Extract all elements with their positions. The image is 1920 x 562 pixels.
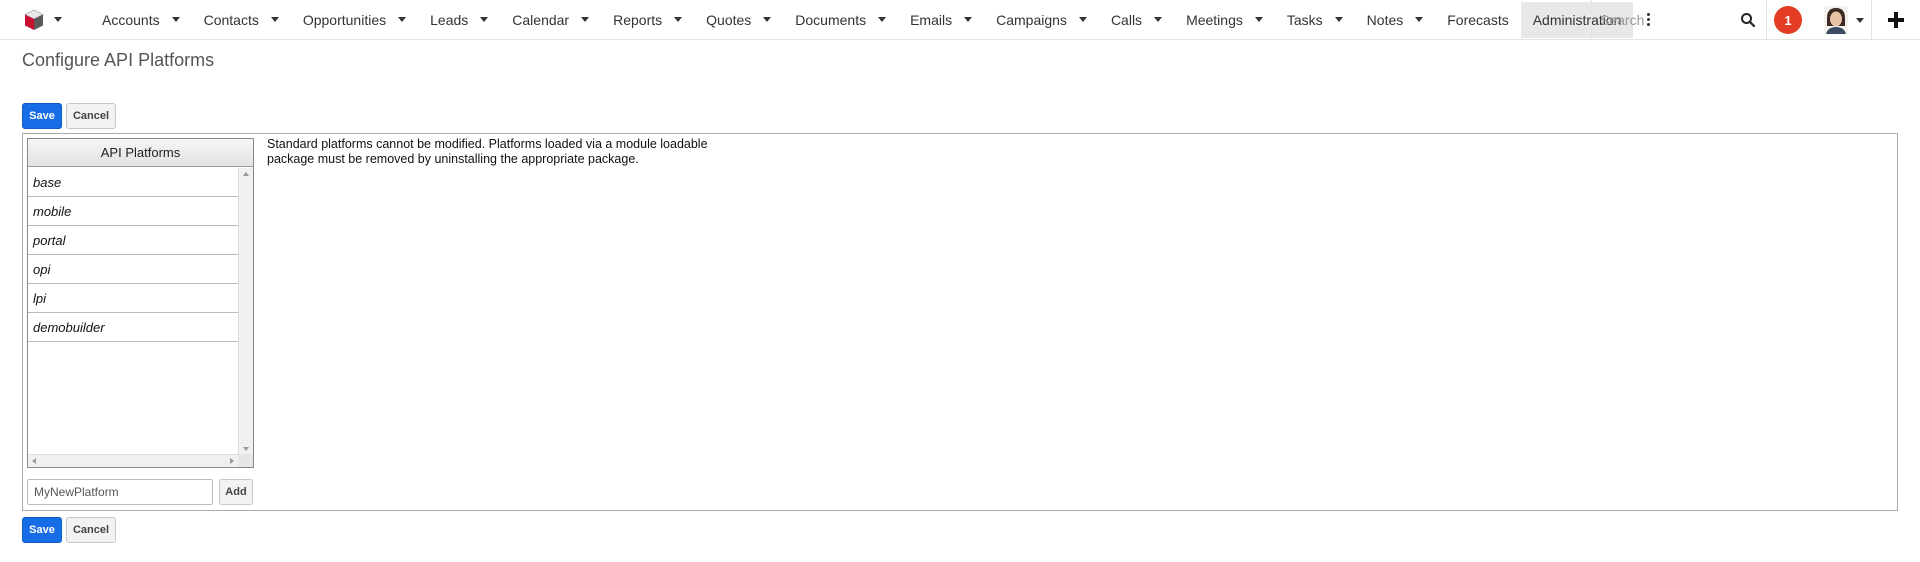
platform-list: base mobile portal opi lpi demobuilder: [28, 168, 239, 455]
chevron-down-icon[interactable]: [398, 17, 407, 22]
chevron-down-icon[interactable]: [1254, 17, 1263, 22]
chevron-down-icon: [54, 17, 62, 22]
tab-contacts[interactable]: Contacts: [192, 2, 291, 38]
chevron-down-icon[interactable]: [270, 17, 279, 22]
search-icon[interactable]: [1740, 12, 1756, 28]
chevron-down-icon[interactable]: [763, 17, 772, 22]
list-item[interactable]: mobile: [28, 197, 239, 226]
tab-reports[interactable]: Reports: [601, 2, 694, 38]
scroll-right-icon[interactable]: [230, 458, 234, 464]
tab-tasks[interactable]: Tasks: [1275, 2, 1355, 38]
tab-label: Reports: [613, 11, 663, 28]
tab-label: Meetings: [1186, 11, 1243, 28]
tab-calls[interactable]: Calls: [1099, 2, 1174, 38]
tab-label: Forecasts: [1447, 11, 1509, 28]
sugar-cube-logo-icon: [24, 9, 44, 30]
scroll-down-icon[interactable]: [243, 447, 249, 451]
scroll-left-icon[interactable]: [32, 458, 36, 464]
chevron-down-icon[interactable]: [1078, 17, 1087, 22]
top-navigation-bar: Accounts Contacts Opportunities Leads Ca…: [0, 0, 1920, 40]
tab-label: Campaigns: [996, 11, 1067, 28]
chevron-down-icon[interactable]: [581, 17, 590, 22]
tab-label: Tasks: [1286, 11, 1323, 28]
api-platforms-header: API Platforms: [28, 139, 253, 167]
list-item[interactable]: base: [28, 168, 239, 197]
list-item[interactable]: portal: [28, 226, 239, 255]
scrollbar-corner: [238, 454, 253, 467]
global-search: [1591, 0, 1767, 40]
chevron-down-icon: [1856, 17, 1864, 23]
tab-quotes[interactable]: Quotes: [694, 2, 783, 38]
home-menu[interactable]: [0, 0, 90, 40]
chevron-down-icon[interactable]: [171, 17, 180, 22]
platform-info-text: Standard platforms cannot be modified. P…: [267, 137, 708, 166]
cancel-button[interactable]: Cancel: [66, 517, 116, 543]
tab-opportunities[interactable]: Opportunities: [291, 2, 418, 38]
horizontal-scrollbar[interactable]: [28, 454, 239, 467]
tab-leads[interactable]: Leads: [418, 2, 500, 38]
chevron-down-icon[interactable]: [1415, 17, 1424, 22]
save-button[interactable]: Save: [22, 517, 62, 543]
quick-create-button[interactable]: [1871, 0, 1920, 40]
tab-forecasts[interactable]: Forecasts: [1435, 2, 1520, 38]
tab-notes[interactable]: Notes: [1355, 2, 1436, 38]
chevron-down-icon[interactable]: [878, 17, 887, 22]
avatar: [1824, 6, 1848, 34]
tab-label: Documents: [795, 11, 867, 28]
list-item[interactable]: opi: [28, 255, 239, 284]
tab-meetings[interactable]: Meetings: [1174, 2, 1275, 38]
tab-label: Contacts: [203, 11, 259, 28]
chevron-down-icon[interactable]: [480, 17, 489, 22]
cancel-button[interactable]: Cancel: [66, 103, 116, 129]
tab-label: Leads: [430, 11, 469, 28]
api-platforms-list: API Platforms base mobile portal opi lpi…: [27, 138, 254, 468]
tab-label: Opportunities: [302, 11, 387, 28]
platform-config-panel: API Platforms base mobile portal opi lpi…: [22, 133, 1898, 511]
tab-accounts[interactable]: Accounts: [90, 2, 192, 38]
tab-label: Calendar: [512, 11, 570, 28]
tab-emails[interactable]: Emails: [898, 2, 984, 38]
tab-label: Accounts: [102, 11, 160, 28]
new-platform-input[interactable]: [27, 479, 213, 505]
notification-count: 1: [1784, 12, 1792, 28]
plus-icon: [1888, 12, 1904, 28]
chevron-down-icon[interactable]: [1154, 17, 1163, 22]
chevron-down-icon[interactable]: [674, 17, 683, 22]
search-input[interactable]: [1598, 11, 1728, 29]
save-button[interactable]: Save: [22, 103, 62, 129]
list-item[interactable]: lpi: [28, 284, 239, 313]
page-title: Configure API Platforms: [22, 50, 215, 70]
user-menu[interactable]: [1824, 0, 1872, 40]
notification-badge[interactable]: 1: [1774, 6, 1802, 34]
list-item[interactable]: demobuilder: [28, 313, 239, 342]
scroll-up-icon[interactable]: [243, 172, 249, 176]
chevron-down-icon[interactable]: [1334, 17, 1343, 22]
tab-campaigns[interactable]: Campaigns: [984, 2, 1099, 38]
tab-label: Emails: [910, 11, 953, 28]
add-platform-button[interactable]: Add: [219, 479, 253, 505]
tab-documents[interactable]: Documents: [783, 2, 898, 38]
chevron-down-icon[interactable]: [964, 17, 973, 22]
tab-label: Calls: [1110, 11, 1143, 28]
tab-label: Quotes: [706, 11, 752, 28]
tab-label: Notes: [1366, 11, 1404, 28]
vertical-scrollbar[interactable]: [238, 168, 253, 455]
tab-calendar[interactable]: Calendar: [500, 2, 601, 38]
